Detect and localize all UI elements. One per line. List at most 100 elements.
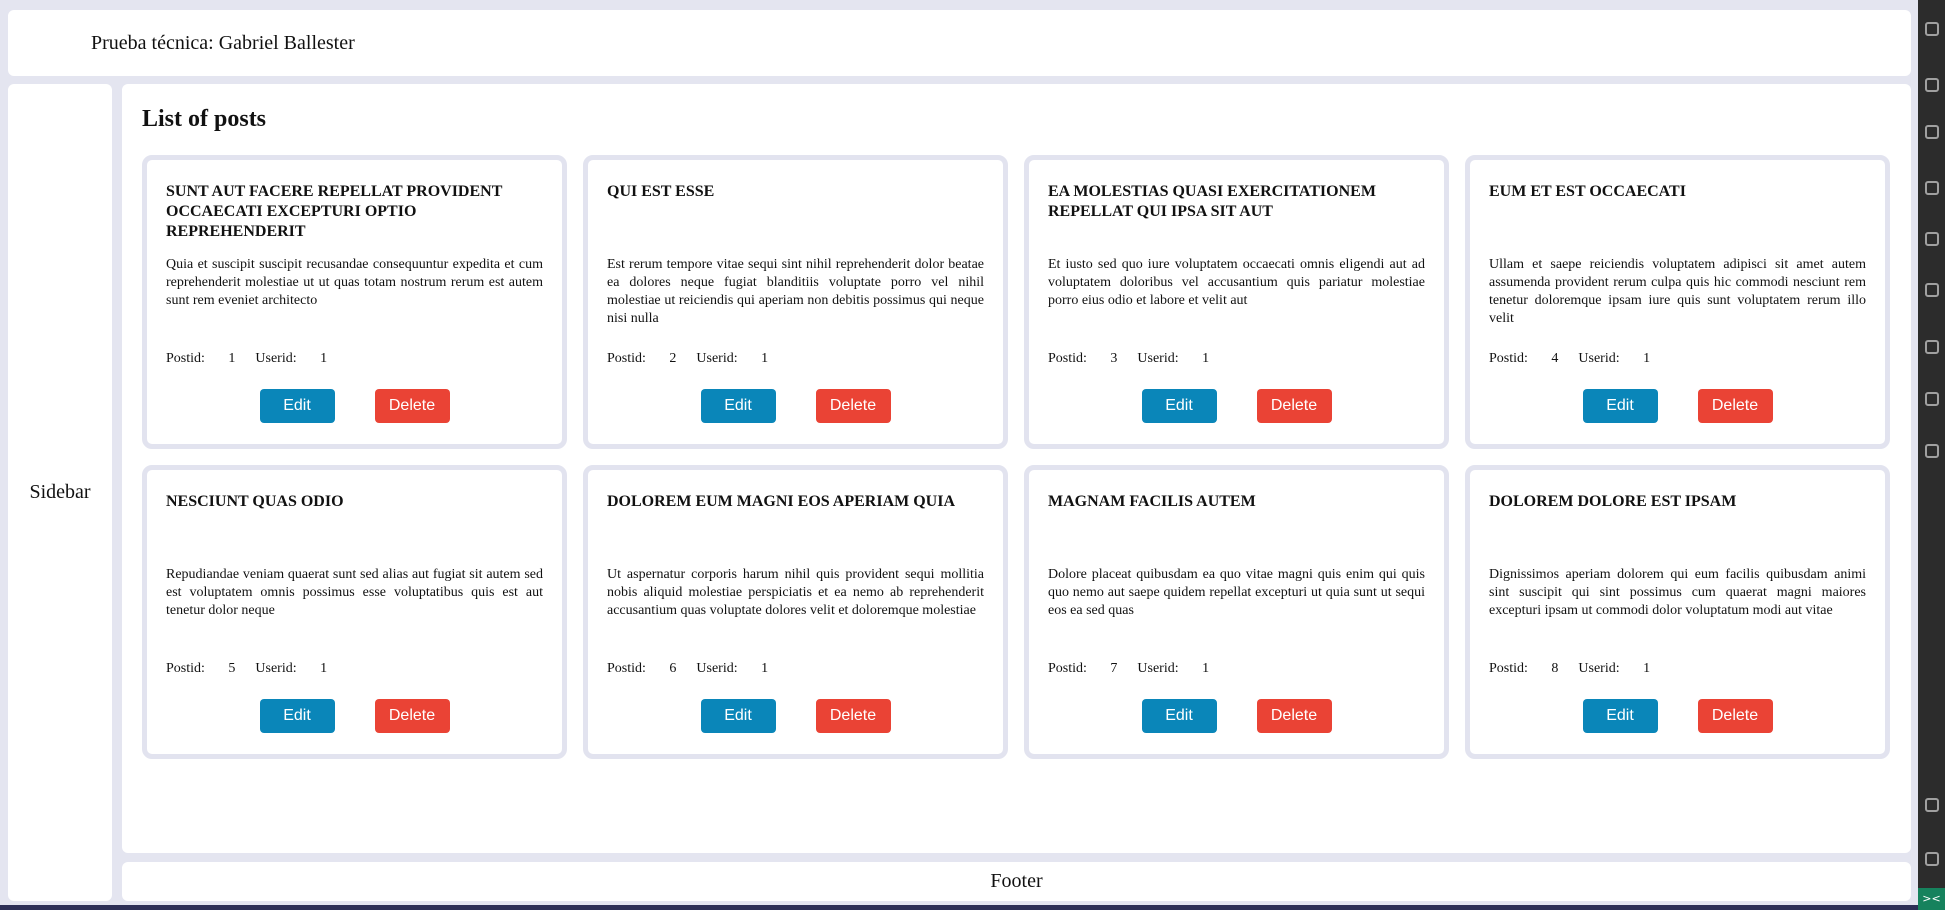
postid-value: 7	[1110, 661, 1118, 676]
userid-label: Userid:	[696, 661, 738, 676]
delete-button[interactable]: Delete	[815, 699, 891, 733]
edit-button[interactable]: Edit	[700, 389, 776, 423]
post-actions: Edit Delete	[1470, 389, 1885, 423]
edit-button[interactable]: Edit	[259, 699, 335, 733]
post-card: nesciunt quas odio Repudiandae veniam qu…	[142, 465, 567, 759]
post-meta: Postid: 4 Userid: 1	[1489, 351, 1650, 367]
userid-value: 1	[1202, 351, 1210, 366]
userid-label: Userid:	[1137, 661, 1179, 676]
post-card: dolorem dolore est ipsam Dignissimos ape…	[1465, 465, 1890, 759]
delete-button[interactable]: Delete	[374, 389, 450, 423]
postid-value: 6	[669, 661, 677, 676]
userid-value: 1	[761, 351, 769, 366]
postid-label: Postid:	[1489, 351, 1528, 366]
postid-label: Postid:	[1048, 351, 1087, 366]
edit-button[interactable]: Edit	[1582, 699, 1658, 733]
postid-value: 8	[1551, 661, 1559, 676]
postid-value: 1	[228, 351, 236, 366]
edit-button[interactable]: Edit	[1141, 389, 1217, 423]
userid-label: Userid:	[696, 351, 738, 366]
postid-label: Postid:	[1489, 661, 1528, 676]
postid-value: 2	[669, 351, 677, 366]
postid-field: Postid: 7	[1048, 661, 1117, 676]
userid-field: Userid: 1	[696, 351, 768, 366]
extensions-icon[interactable]	[1925, 125, 1939, 139]
userid-field: Userid: 1	[1578, 351, 1650, 366]
userid-value: 1	[1643, 661, 1651, 676]
post-body: Ut aspernatur corporis harum nihil quis …	[607, 567, 984, 618]
postid-value: 5	[228, 661, 236, 676]
remote-status-icon[interactable]: ><	[1918, 888, 1945, 910]
userid-value: 1	[1202, 661, 1210, 676]
post-title: eum et est occaecati	[1489, 183, 1686, 200]
debug-icon[interactable]	[1925, 78, 1939, 92]
edit-button[interactable]: Edit	[1141, 699, 1217, 733]
gear-icon[interactable]	[1925, 852, 1939, 866]
post-body: Et iusto sed quo iure voluptatem occaeca…	[1048, 257, 1425, 308]
userid-label: Userid:	[255, 661, 297, 676]
userid-field: Userid: 1	[1137, 661, 1209, 676]
userid-label: Userid:	[1578, 351, 1620, 366]
edit-button[interactable]: Edit	[259, 389, 335, 423]
delete-button[interactable]: Delete	[1256, 699, 1332, 733]
page-title: Prueba técnica: Gabriel Ballester	[91, 31, 355, 54]
userid-field: Userid: 1	[255, 351, 327, 366]
postid-value: 3	[1110, 351, 1118, 366]
app-footer: Footer	[122, 862, 1911, 901]
delete-button[interactable]: Delete	[1256, 389, 1332, 423]
account-icon[interactable]	[1925, 798, 1939, 812]
n-icon[interactable]	[1925, 444, 1939, 458]
post-meta: Postid: 8 Userid: 1	[1489, 661, 1650, 677]
userid-label: Userid:	[1578, 661, 1620, 676]
post-body: Dolore placeat quibusdam ea quo vitae ma…	[1048, 567, 1425, 618]
post-title: qui est esse	[607, 183, 715, 200]
post-meta: Postid: 6 Userid: 1	[607, 661, 768, 677]
postid-field: Postid: 1	[166, 351, 235, 366]
test-icon[interactable]	[1925, 232, 1939, 246]
userid-value: 1	[320, 661, 328, 676]
post-body: Est rerum tempore vitae sequi sint nihil…	[607, 257, 984, 326]
post-meta: Postid: 1 Userid: 1	[166, 351, 327, 367]
sidebar-label: Sidebar	[29, 481, 91, 503]
postid-label: Postid:	[1048, 661, 1087, 676]
edit-button[interactable]: Edit	[700, 699, 776, 733]
postid-label: Postid:	[607, 351, 646, 366]
userid-label: Userid:	[1137, 351, 1179, 366]
delete-button[interactable]: Delete	[815, 389, 891, 423]
post-meta: Postid: 7 Userid: 1	[1048, 661, 1209, 677]
source-control-icon[interactable]	[1925, 22, 1939, 36]
wifi-icon[interactable]	[1925, 392, 1939, 406]
post-body: Repudiandae veniam quaerat sunt sed alia…	[166, 567, 543, 618]
post-title: dolorem dolore est ipsam	[1489, 493, 1737, 510]
post-title: ea molestias quasi exercitationem repell…	[1048, 183, 1376, 220]
docker-icon[interactable]	[1925, 340, 1939, 354]
postid-field: Postid: 3	[1048, 351, 1117, 366]
sidebar: Sidebar	[8, 84, 112, 901]
post-card: qui est esse Est rerum tempore vitae seq…	[583, 155, 1008, 449]
postid-field: Postid: 6	[607, 661, 676, 676]
bottom-edge	[0, 905, 1918, 910]
postid-field: Postid: 4	[1489, 351, 1558, 366]
delete-button[interactable]: Delete	[374, 699, 450, 733]
book-icon[interactable]	[1925, 283, 1939, 297]
edit-button[interactable]: Edit	[1582, 389, 1658, 423]
post-meta: Postid: 3 Userid: 1	[1048, 351, 1209, 367]
footer-label: Footer	[990, 870, 1043, 892]
delete-button[interactable]: Delete	[1697, 699, 1773, 733]
postid-label: Postid:	[166, 351, 205, 366]
remote-icon[interactable]	[1925, 181, 1939, 195]
post-actions: Edit Delete	[588, 389, 1003, 423]
userid-field: Userid: 1	[255, 661, 327, 676]
delete-button[interactable]: Delete	[1697, 389, 1773, 423]
post-title: magnam facilis autem	[1048, 493, 1256, 510]
postid-field: Postid: 2	[607, 351, 676, 366]
postid-value: 4	[1551, 351, 1559, 366]
main-content: List of posts sunt aut facere repellat p…	[122, 84, 1911, 853]
postid-label: Postid:	[166, 661, 205, 676]
post-actions: Edit Delete	[147, 699, 562, 733]
userid-field: Userid: 1	[1578, 661, 1650, 676]
post-meta: Postid: 5 Userid: 1	[166, 661, 327, 677]
post-title: dolorem eum magni eos aperiam quia	[607, 493, 956, 510]
userid-value: 1	[761, 661, 769, 676]
postid-field: Postid: 5	[166, 661, 235, 676]
